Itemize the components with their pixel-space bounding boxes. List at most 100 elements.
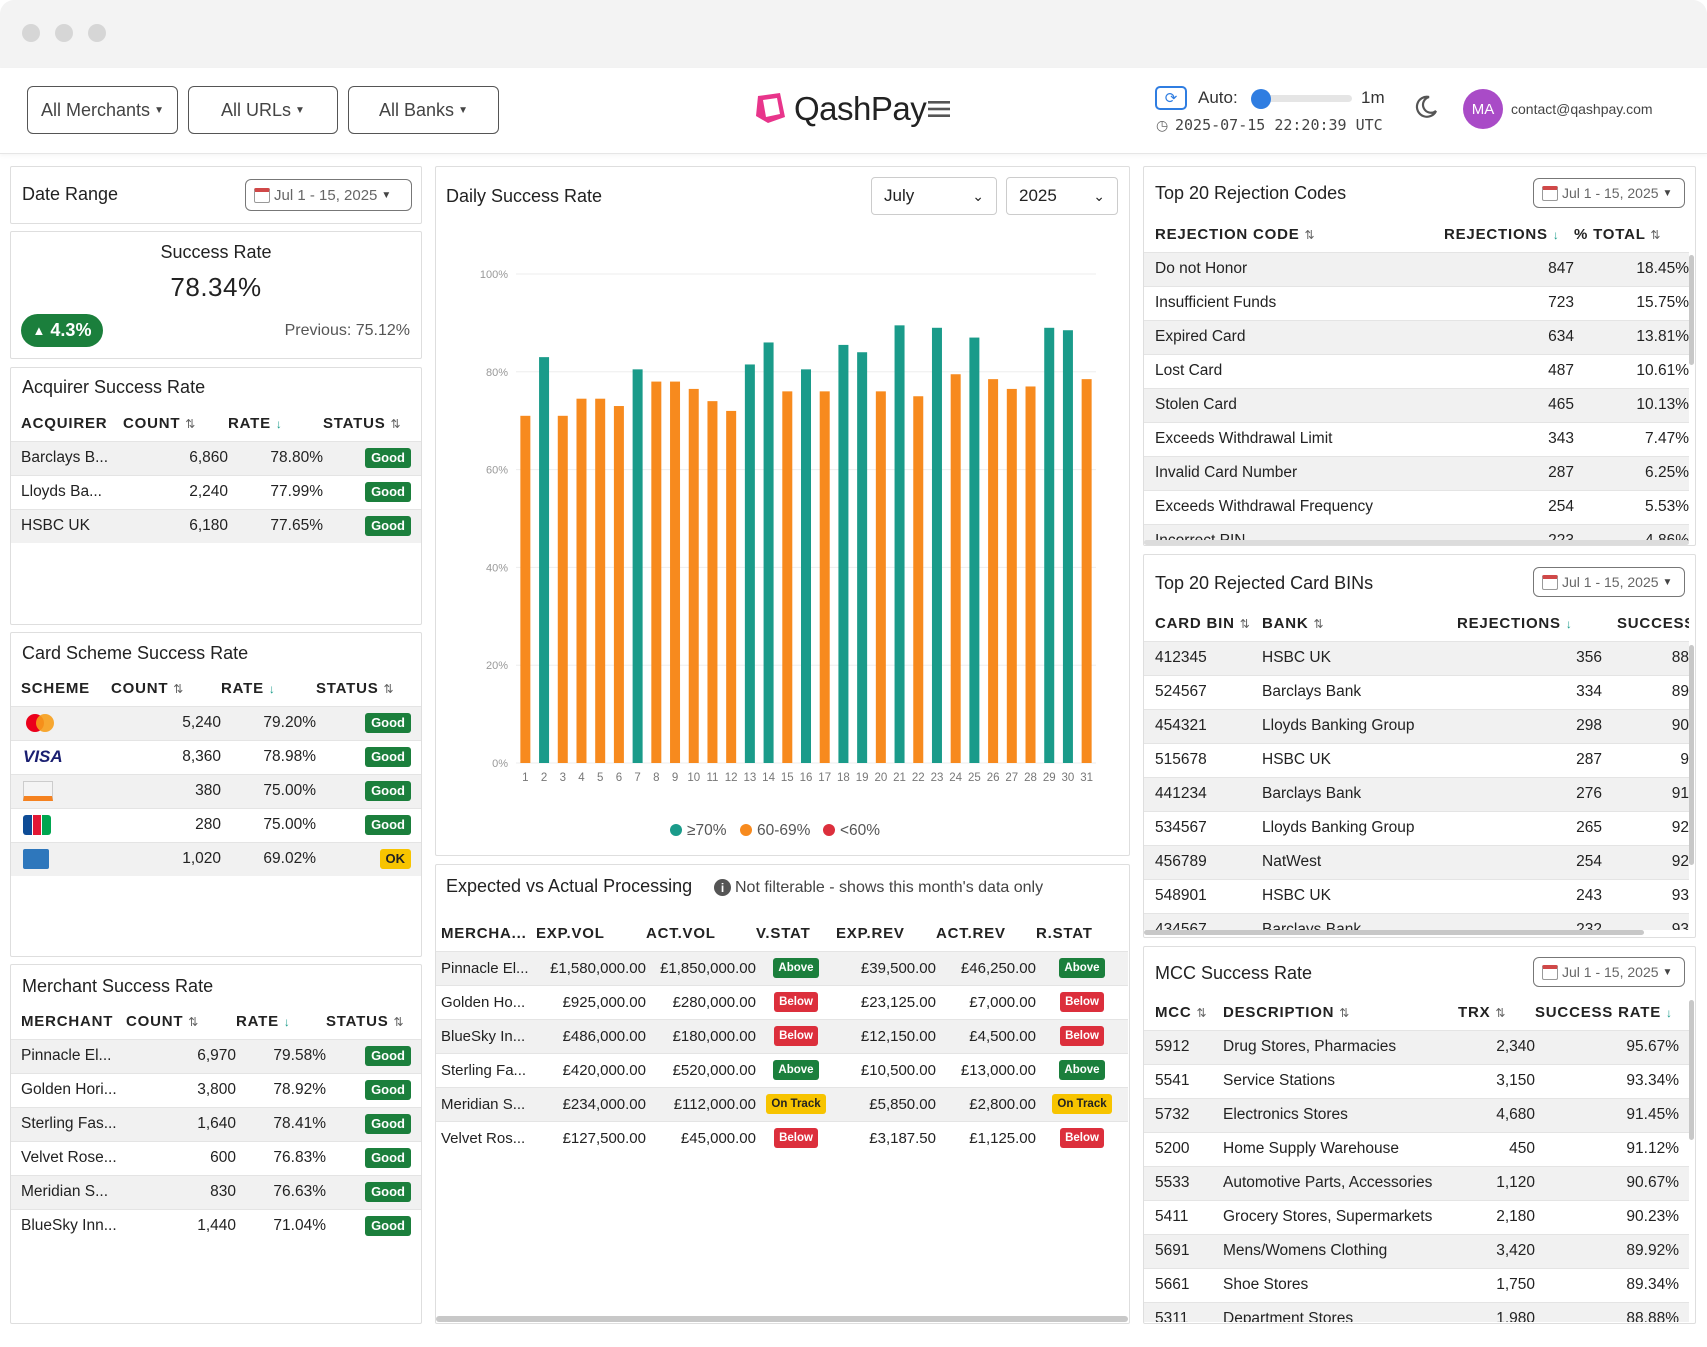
sort-desc-icon[interactable]: ↓: [1566, 617, 1573, 631]
col-count[interactable]: COUNT ⇅: [123, 407, 228, 441]
col-rate[interactable]: RATE ↓: [236, 1005, 326, 1039]
table-row[interactable]: 5732 Electronics Stores 4,680 91.45%: [1144, 1097, 1689, 1132]
table-row[interactable]: 454321 Lloyds Banking Group 298 90: [1144, 708, 1689, 743]
col-card-bin[interactable]: CARD BIN ⇅: [1144, 607, 1262, 641]
sort-icon[interactable]: ⇅: [1240, 617, 1251, 631]
col-status[interactable]: STATUS ⇅: [316, 672, 421, 706]
table-row[interactable]: 1,020 69.02% OK: [11, 841, 421, 876]
table-row[interactable]: Insufficient Funds 723 15.75%: [1144, 285, 1689, 320]
col-exp-rev[interactable]: EXP.REV: [836, 917, 936, 951]
sort-icon[interactable]: ⇅: [1305, 228, 1316, 242]
table-row[interactable]: 534567 Lloyds Banking Group 265 92: [1144, 810, 1689, 845]
table-row[interactable]: BlueSky Inn... 1,440 71.04% Good: [11, 1208, 421, 1243]
col-rejections[interactable]: REJECTIONS ↓: [1444, 218, 1574, 252]
horizontal-scrollbar[interactable]: [436, 1316, 1128, 1322]
merchant-filter-dropdown[interactable]: All Merchants ▼: [27, 86, 178, 134]
col-exp-vol[interactable]: EXP.VOL: [536, 917, 646, 951]
table-row[interactable]: Exceeds Withdrawal Frequency 254 5.53%: [1144, 489, 1689, 524]
table-row[interactable]: 280 75.00% Good: [11, 807, 421, 842]
col-mcc[interactable]: MCC ⇅: [1144, 996, 1223, 1030]
table-row[interactable]: Pinnacle El... £1,580,000.00 £1,850,000.00…: [436, 950, 1128, 985]
col-status[interactable]: STATUS ⇅: [323, 407, 421, 441]
table-row[interactable]: 456789 NatWest 254 92: [1144, 844, 1689, 879]
window-close-dot[interactable]: [22, 24, 40, 42]
table-row[interactable]: Golden Ho... £925,000.00 £280,000.00 Below £…: [436, 984, 1128, 1019]
sort-desc-icon[interactable]: ↓: [1666, 1006, 1673, 1020]
hamburger-menu-icon[interactable]: [928, 100, 950, 118]
table-row[interactable]: 5,240 79.20% Good: [11, 705, 421, 740]
col-merchant[interactable]: MERCHA...: [436, 917, 536, 951]
bins-date-picker[interactable]: Jul 1 - 15, 2025 ▼: [1533, 567, 1685, 597]
table-row[interactable]: 412345 HSBC UK 356 88: [1144, 640, 1689, 675]
sort-icon[interactable]: ⇅: [1314, 617, 1325, 631]
table-row[interactable]: 5912 Drug Stores, Pharmacies 2,340 95.67%: [1144, 1029, 1689, 1064]
table-row[interactable]: Pinnacle El... 6,970 79.58% Good: [11, 1038, 421, 1073]
table-row[interactable]: VISA 8,360 78.98% Good: [11, 739, 421, 774]
table-row[interactable]: 5541 Service Stations 3,150 93.34%: [1144, 1063, 1689, 1098]
col-count[interactable]: COUNT ⇅: [126, 1005, 236, 1039]
vertical-scrollbar[interactable]: [1689, 1000, 1694, 1140]
bank-filter-dropdown[interactable]: All Banks ▼: [348, 86, 499, 134]
sort-icon[interactable]: ⇅: [391, 417, 402, 431]
table-row[interactable]: HSBC UK 6,180 77.65% Good: [11, 508, 421, 543]
table-row[interactable]: 380 75.00% Good: [11, 773, 421, 808]
horizontal-scrollbar[interactable]: [1144, 540, 1689, 545]
table-row[interactable]: 5411 Grocery Stores, Supermarkets 2,180 90.…: [1144, 1199, 1689, 1234]
vertical-scrollbar[interactable]: [1689, 255, 1694, 365]
window-minimize-dot[interactable]: [55, 24, 73, 42]
url-filter-dropdown[interactable]: All URLs ▼: [188, 86, 338, 134]
col-rate[interactable]: RATE ↓: [228, 407, 323, 441]
table-row[interactable]: Velvet Ros... £127,500.00 £45,000.00 Below £…: [436, 1120, 1128, 1155]
col-bank[interactable]: BANK ⇅: [1262, 607, 1457, 641]
table-row[interactable]: Sterling Fas... 1,640 78.41% Good: [11, 1106, 421, 1141]
table-row[interactable]: 5200 Home Supply Warehouse 450 91.12%: [1144, 1131, 1689, 1166]
sort-desc-icon[interactable]: ↓: [284, 1015, 291, 1029]
table-row[interactable]: 5533 Automotive Parts, Accessories 1,120 90…: [1144, 1165, 1689, 1200]
col-scheme[interactable]: SCHEME: [11, 672, 111, 706]
sort-icon[interactable]: ⇅: [1495, 1006, 1506, 1020]
sort-icon[interactable]: ⇅: [1197, 1006, 1208, 1020]
col-r-stat[interactable]: R.STAT: [1036, 917, 1128, 951]
sort-icon[interactable]: ⇅: [1650, 228, 1661, 242]
table-row[interactable]: Velvet Rose... 600 76.83% Good: [11, 1140, 421, 1175]
month-select[interactable]: July ⌄: [871, 177, 997, 215]
mcc-date-picker[interactable]: Jul 1 - 15, 2025 ▼: [1533, 957, 1685, 987]
dark-mode-moon-icon[interactable]: [1413, 94, 1439, 120]
horizontal-scrollbar[interactable]: [1144, 930, 1644, 935]
col-act-rev[interactable]: ACT.REV: [936, 917, 1036, 951]
table-row[interactable]: Meridian S... 830 76.63% Good: [11, 1174, 421, 1209]
col-rejection-code[interactable]: REJECTION CODE ⇅: [1144, 218, 1444, 252]
sort-icon[interactable]: ⇅: [185, 417, 196, 431]
col-percent-total[interactable]: % TOTAL ⇅: [1574, 218, 1689, 252]
table-row[interactable]: Sterling Fa... £420,000.00 £520,000.00 Abov…: [436, 1052, 1128, 1087]
col-v-stat[interactable]: V.STAT: [756, 917, 836, 951]
table-row[interactable]: Stolen Card 465 10.13%: [1144, 387, 1689, 422]
refresh-icon[interactable]: ⟳: [1155, 86, 1187, 110]
sort-desc-icon[interactable]: ↓: [1553, 228, 1560, 242]
sort-icon[interactable]: ⇅: [173, 682, 184, 696]
table-row[interactable]: Meridian S... £234,000.00 £112,000.00 On Tr…: [436, 1086, 1128, 1121]
sort-icon[interactable]: ⇅: [1339, 1006, 1350, 1020]
col-success-rate[interactable]: SUCCESS RA: [1602, 607, 1689, 641]
date-range-picker[interactable]: Jul 1 - 15, 2025 ▼: [245, 179, 412, 211]
table-row[interactable]: Lloyds Ba... 2,240 77.99% Good: [11, 474, 421, 509]
sort-icon[interactable]: ⇅: [394, 1015, 405, 1029]
table-row[interactable]: Do not Honor 847 18.45%: [1144, 251, 1689, 286]
user-avatar[interactable]: MA: [1463, 89, 1503, 129]
table-row[interactable]: 548901 HSBC UK 243 93: [1144, 878, 1689, 913]
table-row[interactable]: Barclays B... 6,860 78.80% Good: [11, 440, 421, 475]
table-row[interactable]: Invalid Card Number 287 6.25%: [1144, 455, 1689, 490]
table-row[interactable]: Expired Card 634 13.81%: [1144, 319, 1689, 354]
col-merchant[interactable]: MERCHANT: [11, 1005, 126, 1039]
table-row[interactable]: 434567 Barclays Bank 232 93: [1144, 912, 1689, 930]
sort-desc-icon[interactable]: ↓: [276, 417, 283, 431]
col-act-vol[interactable]: ACT.VOL: [646, 917, 756, 951]
col-rate[interactable]: RATE ↓: [221, 672, 316, 706]
sort-icon[interactable]: ⇅: [188, 1015, 199, 1029]
user-email[interactable]: contact@qashpay.com: [1511, 101, 1653, 117]
col-acquirer[interactable]: ACQUIRER: [11, 407, 123, 441]
table-row[interactable]: Golden Hori... 3,800 78.92% Good: [11, 1072, 421, 1107]
table-row[interactable]: BlueSky In... £486,000.00 £180,000.00 Below…: [436, 1018, 1128, 1053]
slider-handle[interactable]: [1251, 89, 1271, 109]
rejection-date-picker[interactable]: Jul 1 - 15, 2025 ▼: [1533, 178, 1685, 208]
